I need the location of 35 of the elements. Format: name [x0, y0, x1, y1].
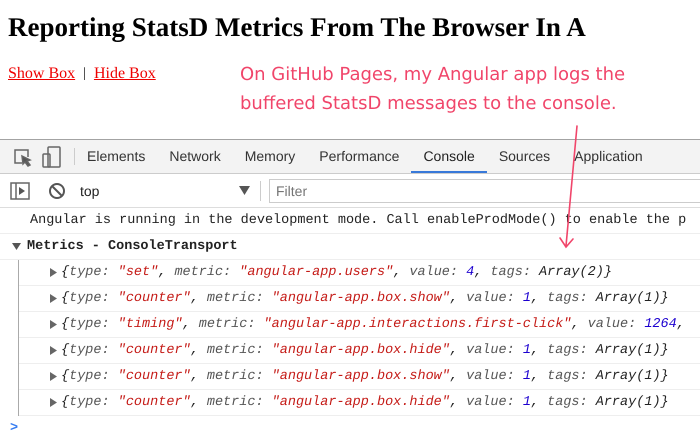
- collapsed-triangle-icon[interactable]: [49, 268, 58, 277]
- devtools-tab[interactable]: Sources: [486, 140, 562, 173]
- annotation-text: On GitHub Pages, my Angular app logs the: [240, 63, 626, 87]
- group-label[interactable]: Metrics - ConsoleTransport: [27, 239, 238, 254]
- link-separator: |: [83, 66, 86, 82]
- log-object[interactable]: {type: "timing", metric: "angular-app.interactions.first-click", value: 1264,: [61, 317, 685, 332]
- log-object[interactable]: {type: "counter", metric: "angular-app.box.hide", value: 1, tags: Array(1)}: [61, 343, 669, 358]
- filter-field[interactable]: Filter: [269, 178, 700, 202]
- page-title: Reporting StatsD Metrics From The Browser In A: [8, 11, 587, 43]
- device-icon[interactable]: [42, 146, 62, 168]
- collapsed-triangle-icon[interactable]: [49, 398, 58, 407]
- devtools-tab[interactable]: Performance: [307, 140, 412, 173]
- context-dropdown[interactable]: top: [80, 180, 261, 200]
- devtools-tab[interactable]: Network: [157, 140, 233, 173]
- log-object[interactable]: {type: "counter", metric: "angular-app.box.show", value: 1, tags: Array(1)}: [61, 369, 669, 384]
- collapsed-triangle-icon[interactable]: [49, 320, 58, 329]
- console-prompt[interactable]: >: [0, 416, 700, 442]
- clear-console-icon[interactable]: [48, 182, 66, 200]
- devtools-tab[interactable]: Application: [562, 140, 655, 173]
- collapsed-triangle-icon[interactable]: [49, 372, 58, 381]
- collapsed-triangle-icon[interactable]: [49, 346, 58, 355]
- log-object[interactable]: {type: "counter", metric: "angular-app.box.show", value: 1, tags: Array(1)}: [61, 291, 669, 306]
- inspect-icon[interactable]: [12, 146, 32, 166]
- devtools-tab[interactable]: Console: [411, 140, 487, 173]
- collapsed-triangle-icon[interactable]: [49, 294, 58, 303]
- show-link[interactable]: Show Box: [8, 65, 76, 83]
- sidebar-toggle-icon[interactable]: [10, 182, 30, 200]
- devtools-tab[interactable]: Memory: [232, 140, 308, 173]
- devtools-tab[interactable]: Elements: [75, 140, 158, 173]
- caret-icon: [239, 186, 250, 195]
- annotation-text: buffered StatsD messages to the console.: [240, 92, 618, 116]
- hide-link[interactable]: Hide Box: [94, 65, 156, 83]
- expanded-triangle-icon[interactable]: [12, 242, 21, 251]
- log-object[interactable]: {type: "set", metric: "angular-app.users", value: 4, tags: Array(2)}: [61, 265, 612, 280]
- log-object[interactable]: {type: "counter", metric: "angular-app.box.hide", value: 1, tags: Array(1)}: [61, 395, 669, 410]
